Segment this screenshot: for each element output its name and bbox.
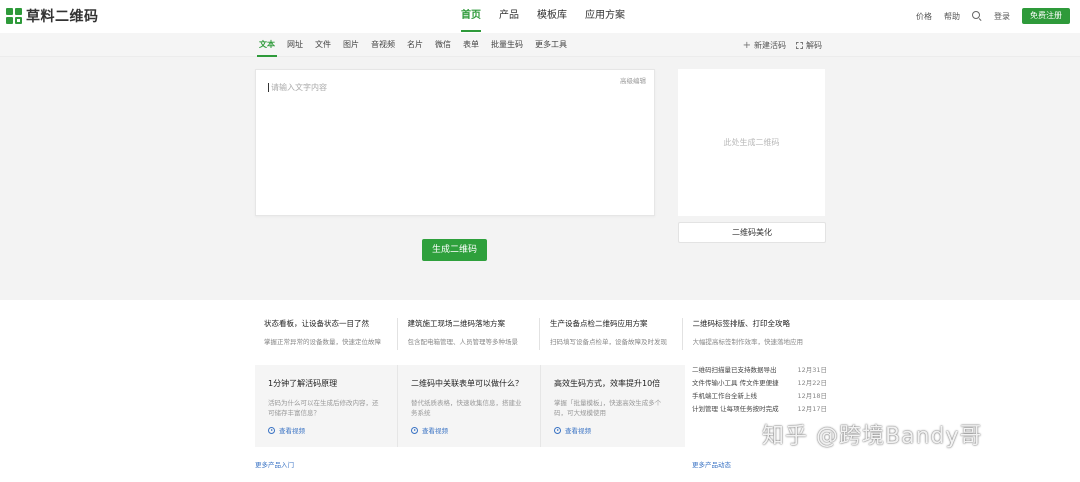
text-input-placeholder[interactable]: 请输入文字内容 bbox=[268, 83, 327, 92]
guide-card[interactable]: 高效生码方式，效率提升10倍 掌握「批量模板」，快速高效生成多个码，可大规模使用… bbox=[541, 365, 684, 447]
case-desc: 扫码填写设备点检单，设备故障及时发现 bbox=[550, 338, 667, 346]
news-date: 12月17日 bbox=[797, 405, 827, 413]
watch-video-label: 查看视频 bbox=[565, 427, 591, 435]
qr-beautify-button[interactable]: 二维码美化 bbox=[678, 222, 826, 243]
search-icon[interactable] bbox=[972, 11, 982, 21]
case-title: 建筑施工现场二维码落地方案 bbox=[407, 319, 506, 328]
code-type-tabs: 文本 网址 文件 图片 音视频 名片 微信 表单 批量生码 更多工具 bbox=[253, 33, 573, 57]
new-live-code-label: 新建活码 bbox=[754, 40, 786, 50]
text-editor[interactable]: 高级编辑 请输入文字内容 bbox=[255, 69, 655, 216]
tab-url[interactable]: 网址 bbox=[281, 33, 309, 57]
case-item[interactable]: 生产设备点检二维码应用方案 扫码填写设备点检单，设备故障及时发现 bbox=[540, 318, 683, 350]
news-title: 计划管理 让每项任务按时完成 bbox=[692, 405, 779, 413]
guide-title: 二维码中关联表单可以做什么？ bbox=[411, 379, 523, 388]
watermark: 知乎 @跨境Bandy哥 bbox=[762, 424, 983, 449]
case-desc: 大幅提高标签制作效率，快速落地应用 bbox=[692, 338, 804, 346]
tab-business-card[interactable]: 名片 bbox=[401, 33, 429, 57]
news-date: 12月18日 bbox=[797, 392, 827, 400]
guide-desc: 替代纸质表格，快速收集信息，搭建业务系统 bbox=[411, 399, 522, 417]
decode-button[interactable]: 解码 bbox=[796, 40, 822, 51]
tab-text[interactable]: 文本 bbox=[253, 33, 281, 57]
news-item[interactable]: 二维码扫描量已支持数据导出 12月31日 bbox=[692, 364, 827, 377]
news-date: 12月22日 bbox=[797, 379, 827, 387]
news-title: 二维码扫描量已支持数据导出 bbox=[692, 366, 777, 374]
news-item[interactable]: 计划管理 让每项任务按时完成 12月17日 bbox=[692, 403, 827, 416]
play-icon bbox=[411, 426, 418, 434]
logo-icon bbox=[6, 8, 22, 24]
guide-card[interactable]: 1分钟了解活码原理 活码为什么可以在生成后修改内容，还可储存丰富信息？ 查看视频 bbox=[255, 365, 398, 447]
watch-video-link[interactable]: 查看视频 bbox=[411, 425, 448, 435]
watch-video-label: 查看视频 bbox=[422, 427, 448, 435]
news-title: 文件传输小工具 传文件更便捷 bbox=[692, 379, 779, 387]
top-navigation-bar: 草料二维码 首页 产品 模板库 应用方案 价格 帮助 登录 免费注册 bbox=[0, 0, 1080, 32]
case-title: 状态看板，让设备状态一目了然 bbox=[264, 319, 369, 328]
nav-products[interactable]: 产品 bbox=[490, 0, 528, 32]
nav-home[interactable]: 首页 bbox=[452, 0, 490, 32]
guide-desc: 活码为什么可以在生成后修改内容，还可储存丰富信息？ bbox=[268, 399, 379, 417]
watch-video-link[interactable]: 查看视频 bbox=[554, 425, 591, 435]
new-live-code-button[interactable]: + 新建活码 bbox=[743, 40, 786, 51]
case-desc: 掌握正常异常的设备数量，快速定位故障 bbox=[264, 338, 381, 346]
decode-label: 解码 bbox=[806, 40, 822, 50]
news-title: 手机端工作台全新上线 bbox=[692, 392, 757, 400]
login-link[interactable]: 登录 bbox=[994, 11, 1010, 22]
price-link[interactable]: 价格 bbox=[916, 11, 932, 22]
brand-logo[interactable]: 草料二维码 bbox=[6, 5, 99, 27]
guide-card[interactable]: 二维码中关联表单可以做什么？ 替代纸质表格，快速收集信息，搭建业务系统 查看视频 bbox=[398, 365, 541, 447]
generate-qr-button[interactable]: 生成二维码 bbox=[422, 239, 487, 261]
watch-video-link[interactable]: 查看视频 bbox=[268, 425, 305, 435]
guide-desc: 掌握「批量模板」，快速高效生成多个码，可大规模使用 bbox=[554, 399, 662, 417]
help-link[interactable]: 帮助 bbox=[944, 11, 960, 22]
news-date: 12月31日 bbox=[797, 366, 827, 374]
sub-actions: + 新建活码 解码 bbox=[743, 33, 822, 57]
tab-image[interactable]: 图片 bbox=[337, 33, 365, 57]
watch-video-label: 查看视频 bbox=[279, 427, 305, 435]
more-product-news-link[interactable]: 更多产品动态 bbox=[692, 459, 731, 469]
guide-title: 高效生码方式，效率提升10倍 bbox=[554, 379, 661, 388]
main-nav: 首页 产品 模板库 应用方案 bbox=[452, 0, 634, 32]
play-icon bbox=[268, 426, 275, 434]
tab-batch[interactable]: 批量生码 bbox=[485, 33, 529, 57]
case-title: 二维码标签排版、打印全攻略 bbox=[692, 319, 791, 328]
video-guides: 1分钟了解活码原理 活码为什么可以在生成后修改内容，还可储存丰富信息？ 查看视频… bbox=[255, 365, 685, 447]
case-item[interactable]: 状态看板，让设备状态一目了然 掌握正常异常的设备数量，快速定位故障 bbox=[255, 318, 398, 350]
user-nav: 价格 帮助 登录 免费注册 bbox=[916, 0, 1070, 32]
tab-form[interactable]: 表单 bbox=[457, 33, 485, 57]
tab-wechat[interactable]: 微信 bbox=[429, 33, 457, 57]
tab-audio-video[interactable]: 音视频 bbox=[365, 33, 401, 57]
generator-area: 高级编辑 请输入文字内容 生成二维码 此处生成二维码 二维码美化 bbox=[0, 57, 1080, 300]
advanced-edit-link[interactable]: 高级编辑 bbox=[620, 75, 646, 85]
nav-templates[interactable]: 模板库 bbox=[528, 0, 576, 32]
news-item[interactable]: 手机端工作台全新上线 12月18日 bbox=[692, 390, 827, 403]
play-icon bbox=[554, 426, 561, 434]
case-desc: 包含配电箱管理、人员管理等多种场景 bbox=[407, 338, 519, 346]
code-type-tabs-bar: 文本 网址 文件 图片 音视频 名片 微信 表单 批量生码 更多工具 + 新建活… bbox=[0, 33, 1080, 57]
product-news: 二维码扫描量已支持数据导出 12月31日 文件传输小工具 传文件更便捷 12月2… bbox=[692, 364, 827, 416]
guide-title: 1分钟了解活码原理 bbox=[268, 379, 338, 388]
nav-solutions[interactable]: 应用方案 bbox=[576, 0, 634, 32]
qr-preview-placeholder: 此处生成二维码 bbox=[723, 138, 780, 147]
brand-name: 草料二维码 bbox=[26, 9, 99, 25]
case-title: 生产设备点检二维码应用方案 bbox=[550, 319, 648, 328]
case-item[interactable]: 建筑施工现场二维码落地方案 包含配电箱管理、人员管理等多种场景 bbox=[398, 318, 540, 350]
more-product-intro-link[interactable]: 更多产品入门 bbox=[255, 459, 294, 469]
scan-icon bbox=[796, 41, 803, 49]
plus-icon: + bbox=[742, 39, 751, 51]
tab-file[interactable]: 文件 bbox=[309, 33, 337, 57]
register-button[interactable]: 免费注册 bbox=[1022, 8, 1070, 24]
case-item[interactable]: 二维码标签排版、打印全攻略 大幅提高标签制作效率，快速落地应用 bbox=[683, 318, 826, 350]
tab-more-tools[interactable]: 更多工具 bbox=[529, 33, 573, 57]
news-item[interactable]: 文件传输小工具 传文件更便捷 12月22日 bbox=[692, 377, 827, 390]
case-studies: 状态看板，让设备状态一目了然 掌握正常异常的设备数量，快速定位故障 建筑施工现场… bbox=[255, 318, 825, 350]
qr-preview-panel: 此处生成二维码 bbox=[678, 69, 825, 216]
